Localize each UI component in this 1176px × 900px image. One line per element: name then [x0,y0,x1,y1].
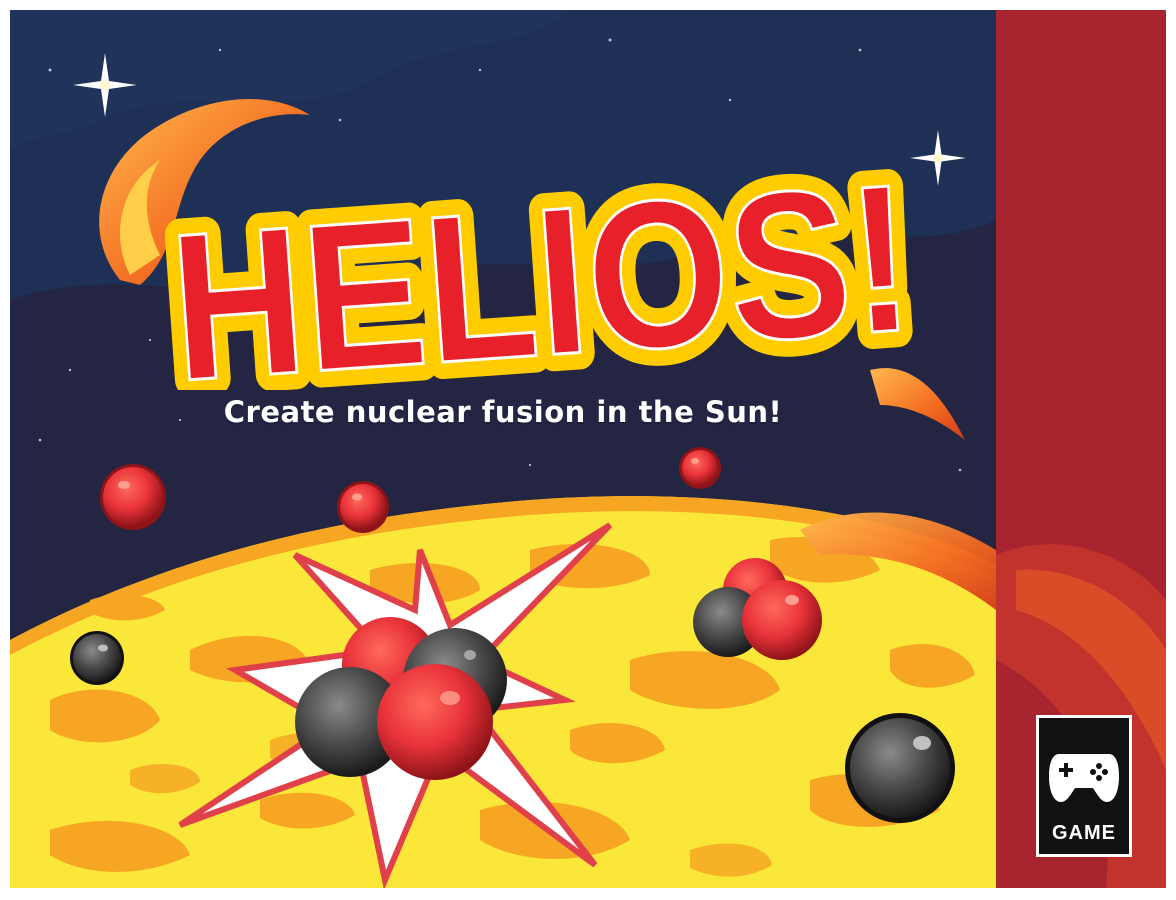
proton [100,464,166,530]
game-badge[interactable]: GAME [1036,715,1132,857]
proton [337,481,389,533]
subtitle: Create nuclear fusion in the Sun! [223,395,783,429]
title-text: HELIOS! [164,139,919,390]
proton [377,664,493,780]
game-card[interactable]: HELIOS! HELIOS! Create nuclear fusion in… [10,10,1166,888]
gamepad-icon [1045,724,1123,820]
game-title: HELIOS! HELIOS! [147,122,936,390]
proton [679,447,721,489]
game-badge-label: GAME [1052,822,1116,844]
neutron [845,713,955,823]
neutron [70,631,124,685]
